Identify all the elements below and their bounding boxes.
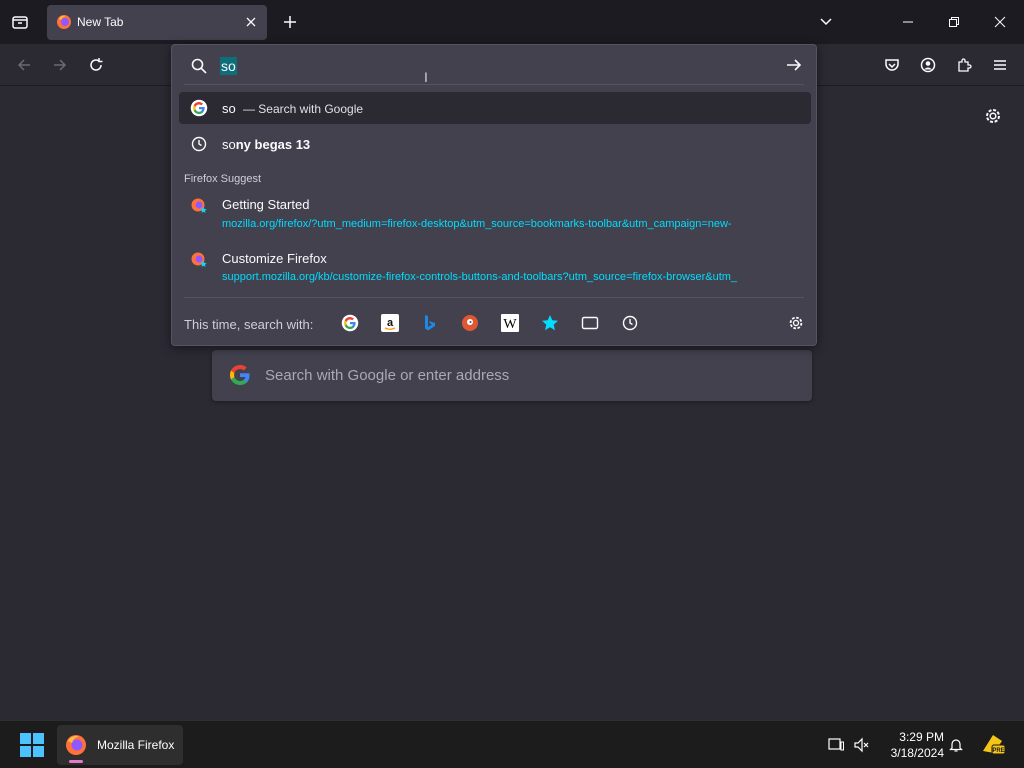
history-suggestion-row[interactable]: sony begas 13 <box>179 128 811 160</box>
go-arrow-icon[interactable] <box>784 55 804 75</box>
google-logo-icon <box>230 365 250 385</box>
urlbar-input[interactable]: so <box>220 54 780 78</box>
taskbar-firefox-button[interactable]: Mozilla Firefox <box>57 725 183 765</box>
back-arrow-icon[interactable] <box>12 53 36 77</box>
oneoff-label: This time, search with: <box>184 317 314 332</box>
windows-start-icon[interactable] <box>20 733 44 757</box>
text-cursor-icon: I <box>424 69 428 85</box>
taskbar: Mozilla Firefox 3:29 PM 3/18/2024 PRE <box>0 720 1024 768</box>
amazon-icon[interactable]: a <box>380 313 400 333</box>
firefox-suggest-label: Firefox Suggest <box>184 173 262 185</box>
suggest-row-customize-firefox[interactable]: Customize Firefox support.mozilla.org/kb… <box>179 245 811 291</box>
suggest-title: Getting Started <box>222 197 310 212</box>
suggest-url: mozilla.org/firefox/?utm_medium=firefox-… <box>222 218 732 230</box>
oneoff-divider <box>184 297 804 298</box>
firefox-bookmark-icon <box>191 252 207 267</box>
search-suggestion-row[interactable]: so — Search with Google <box>179 92 811 124</box>
urlbar-panel: so I so — Search with Google sony begas … <box>171 44 817 346</box>
search-action-label: — Search with Google <box>242 102 364 116</box>
pocket-icon[interactable] <box>880 53 904 77</box>
close-tab-icon[interactable] <box>243 14 259 30</box>
reload-icon[interactable] <box>84 53 108 77</box>
insider-pre-icon[interactable]: PRE <box>980 731 1006 757</box>
extensions-icon[interactable] <box>952 53 976 77</box>
firefox-icon <box>57 15 71 29</box>
bookmarks-star-icon[interactable] <box>540 313 560 333</box>
page-search-box[interactable]: Search with Google or enter address <box>212 350 812 401</box>
notification-bell-icon[interactable] <box>946 735 966 755</box>
account-icon[interactable] <box>916 53 940 77</box>
tab-new-tab[interactable]: New Tab <box>47 5 267 40</box>
svg-text:a: a <box>387 317 394 329</box>
clock-date: 3/18/2024 <box>890 746 944 760</box>
taskbar-app-label: Mozilla Firefox <box>97 738 175 752</box>
bing-icon[interactable] <box>420 313 440 333</box>
svg-text:W: W <box>503 317 517 332</box>
clock-time: 3:29 PM <box>899 730 944 744</box>
suggest-title: Customize Firefox <box>222 251 327 266</box>
google-icon[interactable] <box>340 313 360 333</box>
tabs-icon[interactable] <box>580 313 600 333</box>
close-window-icon[interactable] <box>990 12 1010 32</box>
suggest-url: support.mozilla.org/kb/customize-firefox… <box>222 271 738 283</box>
urlbar-typed-text: so <box>220 57 237 75</box>
forward-arrow-icon[interactable] <box>48 53 72 77</box>
duckduckgo-icon[interactable] <box>460 313 480 333</box>
svg-text:PRE: PRE <box>992 748 1004 754</box>
urlbar-divider <box>184 84 804 85</box>
history-completion: ny begas 13 <box>235 137 311 152</box>
restore-icon[interactable] <box>944 12 964 32</box>
history-prefix: so <box>222 137 236 152</box>
tab-strip: New Tab <box>0 0 1024 44</box>
system-clock[interactable]: 3:29 PM 3/18/2024 <box>880 729 944 761</box>
page-search-placeholder: Search with Google or enter address <box>265 367 510 384</box>
history-clock-icon <box>191 136 207 152</box>
google-icon <box>190 99 208 117</box>
list-all-tabs-icon[interactable] <box>8 10 32 34</box>
history-icon[interactable] <box>620 313 640 333</box>
search-term: so <box>222 101 236 116</box>
firefox-icon <box>66 735 86 755</box>
wikipedia-icon[interactable]: W <box>500 313 520 333</box>
tab-title: New Tab <box>77 15 124 29</box>
search-icon <box>191 58 207 74</box>
firefox-bookmark-icon <box>191 198 207 213</box>
suggest-row-getting-started[interactable]: Getting Started mozilla.org/firefox/?utm… <box>179 191 811 237</box>
minimize-icon[interactable] <box>898 12 918 32</box>
tablet-mode-icon[interactable] <box>826 735 846 755</box>
hamburger-menu-icon[interactable] <box>988 53 1012 77</box>
chevron-down-icon[interactable] <box>816 12 836 32</box>
active-indicator <box>69 760 83 763</box>
volume-muted-icon[interactable] <box>852 735 872 755</box>
new-tab-icon[interactable] <box>280 12 300 32</box>
page-settings-gear-icon[interactable] <box>983 106 1003 126</box>
search-settings-gear-icon[interactable] <box>786 313 806 333</box>
